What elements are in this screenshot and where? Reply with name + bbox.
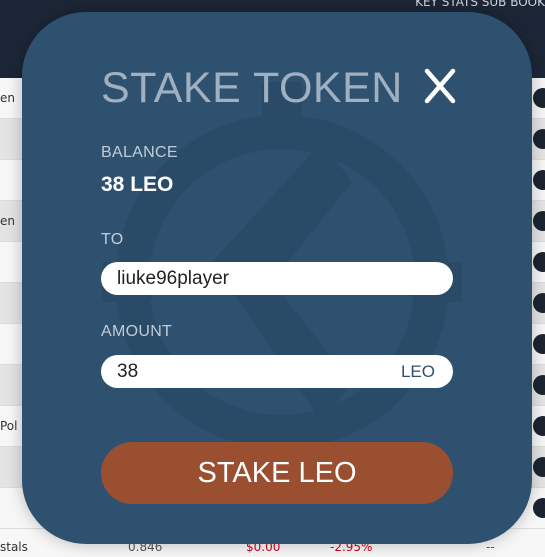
row-action-icon[interactable] — [533, 416, 545, 436]
balance-label: BALANCE — [101, 144, 178, 161]
row-action-icon[interactable] — [533, 334, 545, 354]
row-label: Pol — [0, 419, 18, 433]
header-text: KEY STATS SUB BOOK — [415, 0, 545, 9]
amount-label: AMOUNT — [101, 323, 173, 340]
row-action-icon[interactable] — [533, 375, 545, 395]
row-action-icon[interactable] — [533, 293, 545, 313]
stake-leo-button[interactable]: STAKE LEO — [101, 442, 453, 504]
amount-unit: LEO — [400, 362, 435, 381]
close-icon[interactable] — [423, 66, 457, 106]
close-button[interactable] — [423, 66, 457, 106]
to-field-wrapper[interactable] — [101, 262, 453, 295]
row-action-icon[interactable] — [533, 129, 545, 149]
row-action-icon[interactable] — [533, 252, 545, 272]
amount-input[interactable] — [117, 355, 377, 388]
amount-field-wrapper[interactable]: LEO — [101, 355, 453, 388]
row-action-icon[interactable] — [533, 211, 545, 231]
modal-title: STAKE TOKEN — [101, 64, 403, 112]
token-extra: -- — [486, 540, 495, 554]
row-label: en — [0, 214, 15, 228]
row-label: en — [0, 91, 15, 105]
row-action-icon[interactable] — [533, 498, 545, 518]
row-action-icon[interactable] — [533, 88, 545, 108]
to-label: TO — [101, 231, 124, 248]
stake-token-modal: STAKE TOKEN BALANCE 38 LEO TO AMOUNT LEO… — [22, 12, 532, 544]
row-action-icon[interactable] — [533, 170, 545, 190]
token-name: stals — [0, 540, 28, 554]
to-input[interactable] — [117, 262, 377, 295]
balance-value: 38 LEO — [101, 173, 174, 196]
row-action-icon[interactable] — [533, 457, 545, 477]
